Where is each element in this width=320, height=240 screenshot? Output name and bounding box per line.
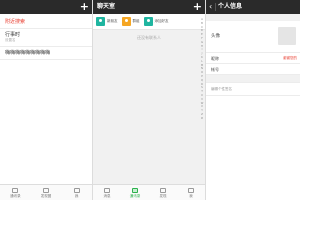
chat-icon <box>12 187 19 193</box>
nearby-search-link[interactable]: 附近搜索 <box>0 15 92 29</box>
tab-me[interactable]: 我 <box>177 185 205 200</box>
tab-label: 我 <box>74 193 79 198</box>
tab-contacts[interactable]: 通讯录 <box>0 185 31 200</box>
contacts-title: 聊天室 <box>97 3 116 10</box>
add-button[interactable]: + <box>80 0 89 13</box>
tab-contacts[interactable]: 通讯录 <box>121 185 149 200</box>
user-icon <box>73 187 80 193</box>
section-gap <box>206 75 300 82</box>
back-icon[interactable]: ‹ <box>209 1 212 12</box>
discover-icon <box>43 187 49 193</box>
contacts-icon <box>132 187 138 193</box>
profile-pane: ‹ 个人信息 头像 昵称 谢谢您的 帐号 编辑个性签名 <box>205 0 300 200</box>
user-icon <box>188 187 194 193</box>
avatar-row[interactable]: 头像 <box>206 21 300 53</box>
list-item-subtitle: 设置名 <box>5 38 16 42</box>
tab-label: 发现 <box>159 193 167 198</box>
tab-label: 我 <box>189 193 193 198</box>
contacts-pane: 聊天室 + 新朋友 群组 添加好友 还没有联系人 ABCDEFGHIJKLMNO… <box>92 0 205 200</box>
contact-name: 群组 <box>132 19 140 23</box>
add-button[interactable]: + <box>193 0 202 13</box>
contact-name: 添加好友 <box>154 19 169 23</box>
add-friend-icon <box>143 17 153 26</box>
account-label: 帐号 <box>211 67 219 72</box>
tab-messages[interactable]: 消息 <box>93 185 121 200</box>
profile-title: 个人信息 <box>218 3 243 10</box>
new-friend-icon <box>96 17 105 26</box>
avatar <box>278 27 296 45</box>
section-gap <box>206 14 300 21</box>
tab-label: 通讯录 <box>129 193 141 198</box>
message-icon <box>104 187 110 193</box>
tab-discover[interactable]: 发现圈 <box>31 185 62 200</box>
nickname-value: 谢谢您的 <box>283 56 297 60</box>
account-row: 帐号 <box>206 64 300 75</box>
list-item[interactable]: 嗨嗨嗨嗨嗨嗨嗨嗨嗨 <box>0 47 92 60</box>
contact-name: 新朋友 <box>107 19 118 23</box>
nickname-row[interactable]: 昵称 谢谢您的 <box>206 53 300 64</box>
messages-pane: + 附近搜索 行事时 设置名 嗨嗨嗨嗨嗨嗨嗨嗨嗨 通讯录 发现圈 我 <box>0 0 92 200</box>
avatar-label: 头像 <box>211 34 220 39</box>
new-friend-entry[interactable]: 新朋友 <box>96 17 118 26</box>
signature-placeholder: 编辑个性签名 <box>211 87 232 91</box>
contacts-header: 聊天室 + <box>93 0 205 14</box>
list-item-title: 嗨嗨嗨嗨嗨嗨嗨嗨嗨 <box>5 50 51 56</box>
discover-icon <box>160 187 166 193</box>
profile-header: ‹ 个人信息 <box>206 0 300 14</box>
tab-discover[interactable]: 发现 <box>149 185 177 200</box>
messages-header: + <box>0 0 92 14</box>
empty-contacts-hint: 还没有联系人 <box>137 35 161 40</box>
add-friend-entry[interactable]: 添加好友 <box>143 17 169 26</box>
tab-label: 发现圈 <box>40 193 52 198</box>
alphabet-index[interactable]: A B C D E F G H I J K L M N O P Q R S T U V W X Y Z # <box>200 18 204 121</box>
list-item[interactable]: 行事时 设置名 <box>0 29 92 47</box>
header-divider <box>215 3 216 11</box>
group-entry[interactable]: 群组 <box>121 17 140 26</box>
tab-label: 通讯录 <box>10 193 21 198</box>
contact-shortcuts: 新朋友 群组 添加好友 <box>93 14 205 30</box>
bottom-tab-bar: 通讯录 发现圈 我 <box>0 184 92 200</box>
signature-row[interactable]: 编辑个性签名 <box>206 82 300 96</box>
index-letter[interactable]: # <box>201 117 203 121</box>
group-icon <box>121 17 131 26</box>
nickname-label: 昵称 <box>211 56 219 61</box>
tab-label: 消息 <box>103 193 111 198</box>
bottom-tab-bar: 消息 通讯录 发现 我 <box>93 184 205 200</box>
tab-me[interactable]: 我 <box>61 185 92 200</box>
